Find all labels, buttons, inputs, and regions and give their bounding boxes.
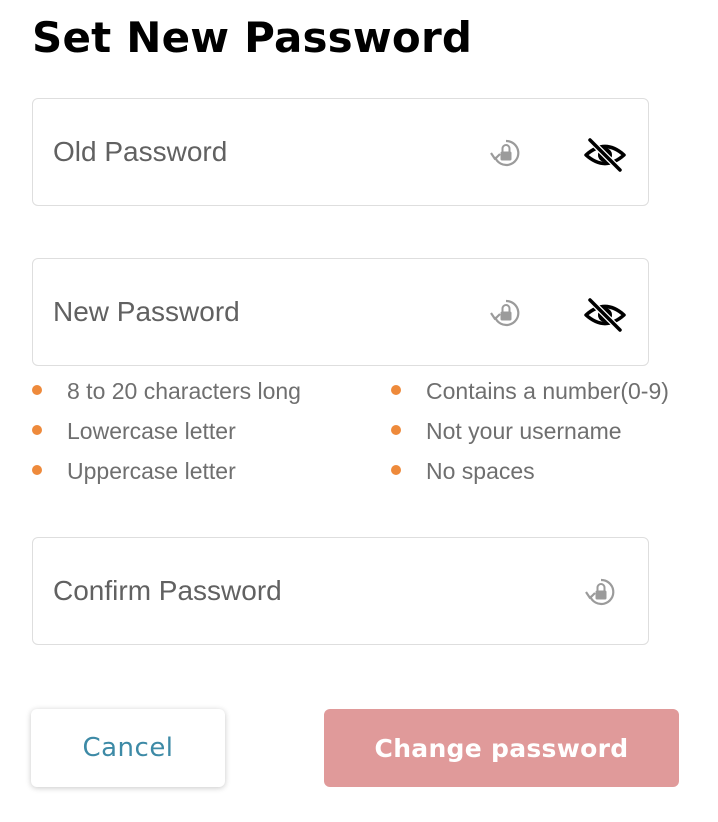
old-password-input[interactable] xyxy=(53,129,473,175)
bullet-icon xyxy=(32,465,42,475)
bullet-icon xyxy=(391,425,401,435)
bullet-icon xyxy=(391,465,401,475)
lock-refresh-icon[interactable] xyxy=(490,297,522,329)
cancel-button[interactable]: Cancel xyxy=(31,709,225,787)
lock-refresh-icon[interactable] xyxy=(490,137,522,169)
lock-refresh-icon[interactable] xyxy=(585,576,617,608)
confirm-password-field[interactable] xyxy=(32,537,649,645)
confirm-password-input[interactable] xyxy=(53,568,473,614)
new-password-field[interactable] xyxy=(32,258,649,366)
change-password-button[interactable]: Change password xyxy=(324,709,679,787)
bullet-icon xyxy=(32,425,42,435)
new-password-input[interactable] xyxy=(53,289,473,335)
bullet-icon xyxy=(32,385,42,395)
old-password-field[interactable] xyxy=(32,98,649,206)
password-requirements: 8 to 20 characters long Lowercase letter… xyxy=(32,374,692,494)
eye-slash-icon[interactable] xyxy=(583,297,627,333)
eye-slash-icon[interactable] xyxy=(583,137,627,173)
page-title: Set New Password xyxy=(32,13,473,62)
bullet-icon xyxy=(391,385,401,395)
